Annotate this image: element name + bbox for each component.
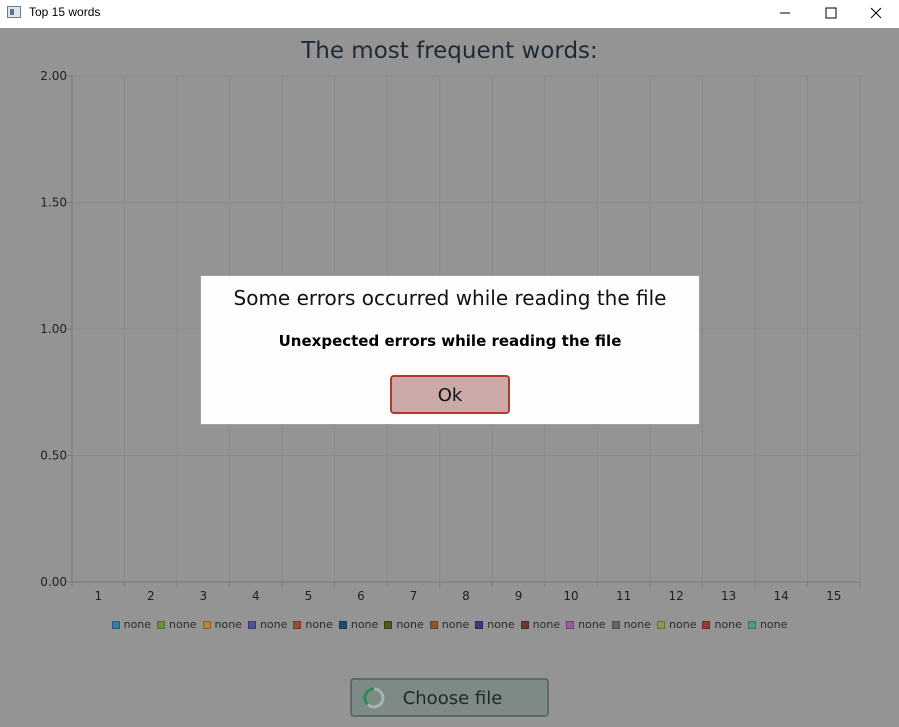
legend-swatch <box>702 620 711 629</box>
x-tick-label: 10 <box>563 589 578 603</box>
error-dialog: Some errors occurred while reading the f… <box>200 275 700 425</box>
x-tick-label: 13 <box>721 589 736 603</box>
app-window-icon <box>7 6 21 18</box>
x-tick-label: 15 <box>826 589 841 603</box>
legend-item: none <box>520 618 561 631</box>
close-icon <box>870 7 882 19</box>
legend-label: none <box>441 618 470 631</box>
x-tick-label: 6 <box>357 589 365 603</box>
chart-legend: none none none none none none none none none none… <box>0 618 899 631</box>
ok-label: Ok <box>437 385 463 406</box>
legend-swatch <box>657 620 666 629</box>
legend-item: none <box>384 618 424 631</box>
legend-item: none <box>657 618 696 631</box>
x-tick-label: 4 <box>252 589 260 603</box>
legend-label: none <box>532 618 561 631</box>
legend-swatch <box>520 620 529 629</box>
legend-label: none <box>350 618 379 631</box>
window-title: Top 15 words <box>29 5 101 19</box>
legend-item: none <box>611 618 652 631</box>
choose-file-button[interactable]: Choose file <box>350 678 549 717</box>
legend-label: none <box>714 618 742 631</box>
legend-item: none <box>566 618 606 631</box>
x-tick-label: 1 <box>94 589 102 603</box>
choose-file-label: Choose file <box>402 688 503 709</box>
legend-swatch <box>202 620 211 629</box>
dialog-message: Unexpected errors while reading the file <box>278 332 622 350</box>
x-tick-label: 11 <box>616 589 631 603</box>
ok-button[interactable]: Ok <box>390 375 510 414</box>
y-tick-label: 2.00 <box>40 69 67 83</box>
maximize-icon <box>825 7 837 19</box>
legend-item: none <box>247 618 288 631</box>
legend-label: none <box>259 618 288 631</box>
legend-item: none <box>429 618 470 631</box>
legend-item: none <box>111 618 152 631</box>
legend-label: none <box>396 618 424 631</box>
maximize-button[interactable] <box>808 0 854 27</box>
x-tick-label: 14 <box>774 589 789 603</box>
title-bar: Top 15 words <box>0 0 899 27</box>
legend-swatch <box>429 620 438 629</box>
y-tick-label: 0.00 <box>40 575 67 589</box>
legend-item: none <box>293 618 333 631</box>
legend-item: none <box>202 618 242 631</box>
legend-item: none <box>338 618 379 631</box>
legend-label: none <box>623 618 652 631</box>
minimize-icon <box>780 12 790 14</box>
close-button[interactable] <box>853 0 899 27</box>
dialog-heading: Some errors occurred while reading the f… <box>233 286 667 310</box>
legend-label: none <box>305 618 333 631</box>
y-tick-label: 1.50 <box>40 196 67 210</box>
legend-item: none <box>702 618 742 631</box>
legend-swatch <box>157 620 166 629</box>
x-tick-label: 9 <box>515 589 523 603</box>
legend-label: none <box>759 618 788 631</box>
legend-swatch <box>611 620 620 629</box>
x-tick-label: 7 <box>410 589 418 603</box>
legend-swatch <box>384 620 393 629</box>
legend-swatch <box>247 620 256 629</box>
legend-swatch <box>293 620 302 629</box>
legend-label: none <box>487 618 515 631</box>
legend-swatch <box>566 620 575 629</box>
legend-swatch <box>111 620 120 629</box>
legend-label: none <box>669 618 697 631</box>
legend-item: none <box>157 618 197 631</box>
minimize-button[interactable] <box>762 0 808 27</box>
legend-swatch <box>338 620 347 629</box>
legend-label: none <box>123 618 152 631</box>
legend-item: none <box>475 618 515 631</box>
x-tick-label: 2 <box>147 589 155 603</box>
legend-label: none <box>169 618 197 631</box>
y-tick-label: 1.00 <box>40 322 67 336</box>
legend-label: none <box>214 618 242 631</box>
legend-label: none <box>578 618 606 631</box>
legend-swatch <box>747 620 756 629</box>
x-tick-label: 8 <box>462 589 470 603</box>
y-tick-label: 0.50 <box>40 449 67 463</box>
legend-item: none <box>747 618 788 631</box>
x-tick-label: 3 <box>200 589 208 603</box>
x-tick-label: 5 <box>305 589 313 603</box>
x-tick-label: 12 <box>668 589 683 603</box>
legend-swatch <box>475 620 484 629</box>
